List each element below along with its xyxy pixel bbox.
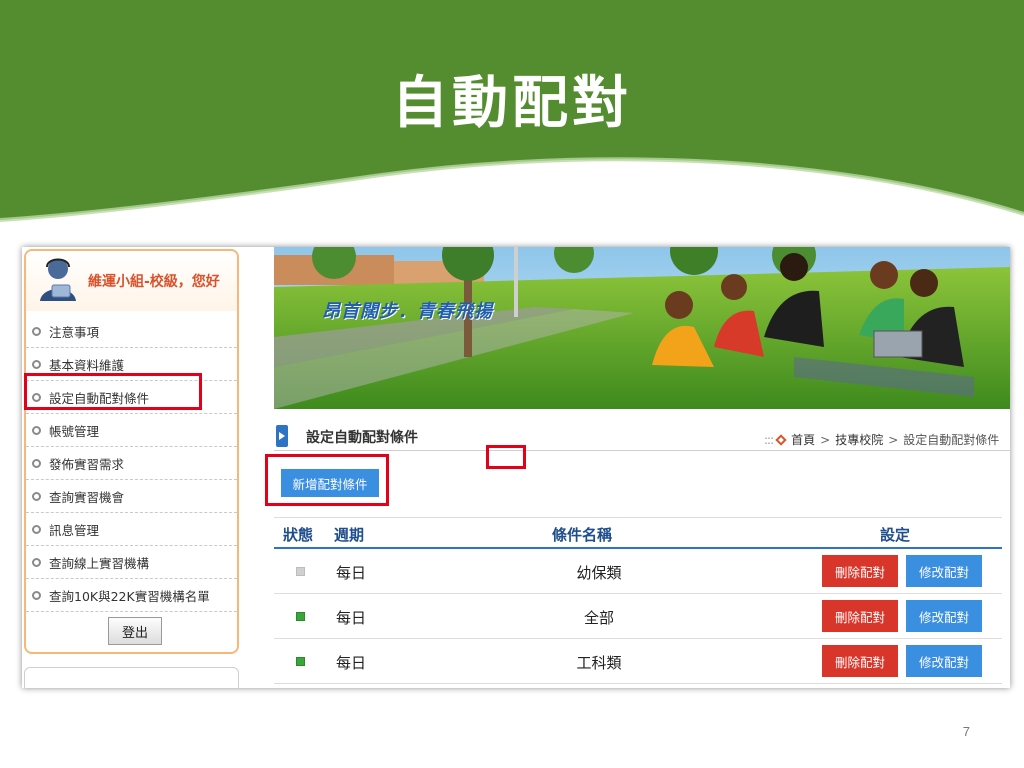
highlight-box-sidebar-item <box>24 373 202 410</box>
bullet-icon <box>32 557 41 567</box>
bullet-icon <box>32 524 41 534</box>
column-header-status: 狀態 <box>283 526 314 544</box>
breadcrumb-level2-link[interactable]: 技專校院 <box>835 431 883 448</box>
sidebar-item-online-institutions[interactable]: 查詢線上實習機構 <box>26 546 237 579</box>
bullet-icon <box>32 491 41 501</box>
cell-condition-name: 幼保類 <box>576 564 622 582</box>
status-active-icon <box>296 612 305 621</box>
breadcrumb-separator: > <box>820 432 831 447</box>
breadcrumb-current: 設定自動配對條件 <box>903 433 1000 447</box>
diamond-icon <box>775 433 787 446</box>
column-header-name: 條件名稱 <box>552 526 613 544</box>
slide-title: 自動配對 <box>392 71 632 136</box>
delete-match-button[interactable]: 刪除配對 <box>822 645 898 677</box>
user-greeting: 維運小組-校級，您好 <box>88 274 220 290</box>
banner-photo <box>274 247 1010 409</box>
breadcrumb: ::: 首頁 > 技專校院 > 設定自動配對條件 <box>764 431 999 448</box>
breadcrumb-dots-icon: ::: <box>764 432 774 447</box>
highlight-box-add-button <box>265 454 389 506</box>
bullet-icon <box>32 326 41 336</box>
sidebar-item-post-internship-needs[interactable]: 發佈實習需求 <box>26 447 237 480</box>
sidebar: 維運小組-校級，您好 注意事項 基本資料維護 設定自動配對條件 帳號管理 發佈實… <box>22 247 241 688</box>
embedded-screenshot: 維運小組-校級，您好 注意事項 基本資料維護 設定自動配對條件 帳號管理 發佈實… <box>22 247 1010 688</box>
table-header: 狀態 週期 條件名稱 設定 <box>274 517 1002 549</box>
delete-match-button[interactable]: 刪除配對 <box>822 600 898 632</box>
sidebar-item-notices[interactable]: 注意事項 <box>26 315 237 348</box>
cell-period: 每日 <box>336 564 367 582</box>
status-inactive-icon <box>296 567 305 576</box>
banner-image: 昂首闊步．青春飛揚 <box>274 247 1010 409</box>
user-avatar-icon <box>40 258 76 301</box>
edit-match-button[interactable]: 修改配對 <box>906 645 982 677</box>
sidebar-item-label: 注意事項 <box>49 324 100 340</box>
highlight-box-marker <box>486 445 526 469</box>
table-row: 每日 工科類 刪除配對 修改配對 <box>274 639 1002 684</box>
sidebar-item-label: 帳號管理 <box>49 423 100 439</box>
cell-period: 每日 <box>336 609 367 627</box>
sidebar-item-search-opportunities[interactable]: 查詢實習機會 <box>26 480 237 513</box>
sidebar-menu: 注意事項 基本資料維護 設定自動配對條件 帳號管理 發佈實習需求 查詢實習機會 … <box>26 315 237 612</box>
column-header-period: 週期 <box>334 526 365 544</box>
sidebar-item-10k-22k-list[interactable]: 查詢10K與22K實習機構名單 <box>26 579 237 612</box>
logout-button[interactable]: 登出 <box>108 617 162 645</box>
section-title: 設定自動配對條件 <box>306 430 418 446</box>
edit-match-button[interactable]: 修改配對 <box>906 600 982 632</box>
table-row: 每日 幼保類 刪除配對 修改配對 <box>274 549 1002 594</box>
bullet-icon <box>32 425 41 435</box>
slide-header: 自動配對 <box>0 0 1024 230</box>
match-conditions-table: 狀態 週期 條件名稱 設定 每日 幼保類 刪除配對 修改配對 每日 全部 刪除配… <box>274 517 1002 684</box>
sidebar-panel: 維運小組-校級，您好 注意事項 基本資料維護 設定自動配對條件 帳號管理 發佈實… <box>24 249 239 654</box>
cell-period: 每日 <box>336 654 367 672</box>
breadcrumb-separator: > <box>888 432 899 447</box>
sidebar-secondary-panel <box>24 667 239 688</box>
sidebar-item-label: 查詢線上實習機構 <box>49 555 150 571</box>
sidebar-item-label: 查詢10K與22K實習機構名單 <box>49 588 210 604</box>
banner-slogan: 昂首闊步．青春飛揚 <box>322 301 493 322</box>
status-active-icon <box>296 657 305 666</box>
table-row: 每日 全部 刪除配對 修改配對 <box>274 594 1002 639</box>
sidebar-item-label: 發佈實習需求 <box>49 456 125 472</box>
section-header: 設定自動配對條件 ::: 首頁 > 技專校院 > 設定自動配對條件 <box>274 423 1010 451</box>
bullet-icon <box>32 359 41 369</box>
main-content: 設定自動配對條件 ::: 首頁 > 技專校院 > 設定自動配對條件 新增配對條件… <box>274 409 1010 688</box>
sidebar-item-label: 訊息管理 <box>49 522 100 538</box>
bullet-icon <box>32 590 41 600</box>
edit-match-button[interactable]: 修改配對 <box>906 555 982 587</box>
page-number: 7 <box>962 724 970 739</box>
arrow-right-icon <box>276 425 288 447</box>
cell-condition-name: 全部 <box>583 609 614 627</box>
user-bar: 維運小組-校級，您好 <box>26 251 237 311</box>
cell-condition-name: 工科類 <box>576 654 622 672</box>
sidebar-item-message-management[interactable]: 訊息管理 <box>26 513 237 546</box>
sidebar-item-label: 查詢實習機會 <box>49 489 125 505</box>
column-header-settings: 設定 <box>880 526 911 544</box>
bullet-icon <box>32 458 41 468</box>
sidebar-item-label: 基本資料維護 <box>49 357 125 373</box>
breadcrumb-home-link[interactable]: 首頁 <box>791 431 815 448</box>
delete-match-button[interactable]: 刪除配對 <box>822 555 898 587</box>
sidebar-item-account-management[interactable]: 帳號管理 <box>26 414 237 447</box>
